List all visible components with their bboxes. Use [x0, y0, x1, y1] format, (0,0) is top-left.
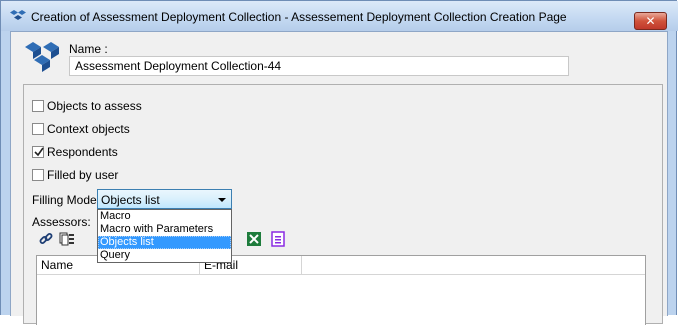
objects-to-assess-checkbox[interactable]: Objects to assess — [32, 98, 142, 114]
filling-mode-label: Filling Mode: — [32, 193, 101, 207]
options-panel: Objects to assess Context objects Respon… — [23, 84, 663, 325]
checkbox-box[interactable] — [32, 169, 44, 181]
list-icon[interactable] — [59, 231, 75, 247]
close-icon: ✕ — [645, 14, 656, 28]
filling-mode-dropdown: Macro Macro with Parameters Objects list… — [97, 209, 232, 263]
name-input[interactable]: Assessment Deployment Collection-44 — [69, 56, 569, 76]
cubes-icon — [10, 10, 26, 20]
close-button[interactable]: ✕ — [634, 12, 667, 30]
filling-mode-select[interactable]: Objects list — [97, 189, 232, 209]
assessors-label: Assessors: — [32, 215, 91, 229]
checkbox-label: Context objects — [47, 122, 130, 136]
option-query[interactable]: Query — [98, 249, 231, 262]
checkbox-label: Objects to assess — [47, 99, 142, 113]
check-icon — [34, 147, 44, 157]
respondents-checkbox[interactable]: Respondents — [32, 144, 118, 160]
name-label: Name : — [69, 42, 108, 56]
cubes-logo-icon — [25, 42, 59, 72]
report-icon[interactable] — [270, 231, 286, 247]
checkbox-box[interactable] — [32, 123, 44, 135]
title-bar: Creation of Assessment Deployment Collec… — [1, 1, 678, 31]
option-macro[interactable]: Macro — [98, 210, 231, 223]
checkbox-label: Filled by user — [47, 168, 119, 182]
excel-icon[interactable] — [246, 231, 262, 247]
checkbox-label: Respondents — [47, 145, 118, 159]
option-macro-with-parameters[interactable]: Macro with Parameters — [98, 223, 231, 236]
checkbox-box[interactable] — [32, 146, 44, 158]
window-title: Creation of Assessment Deployment Collec… — [31, 10, 567, 24]
option-objects-list[interactable]: Objects list — [98, 236, 231, 249]
chevron-down-icon[interactable] — [218, 198, 226, 202]
dialog-body: Name : Assessment Deployment Collection-… — [10, 31, 668, 325]
context-objects-checkbox[interactable]: Context objects — [32, 121, 130, 137]
filling-mode-value: Objects list — [101, 193, 160, 207]
dialog-window: Creation of Assessment Deployment Collec… — [0, 0, 678, 325]
checkbox-box[interactable] — [32, 100, 44, 112]
link-icon[interactable] — [38, 231, 54, 247]
filled-by-user-checkbox[interactable]: Filled by user — [32, 167, 118, 183]
